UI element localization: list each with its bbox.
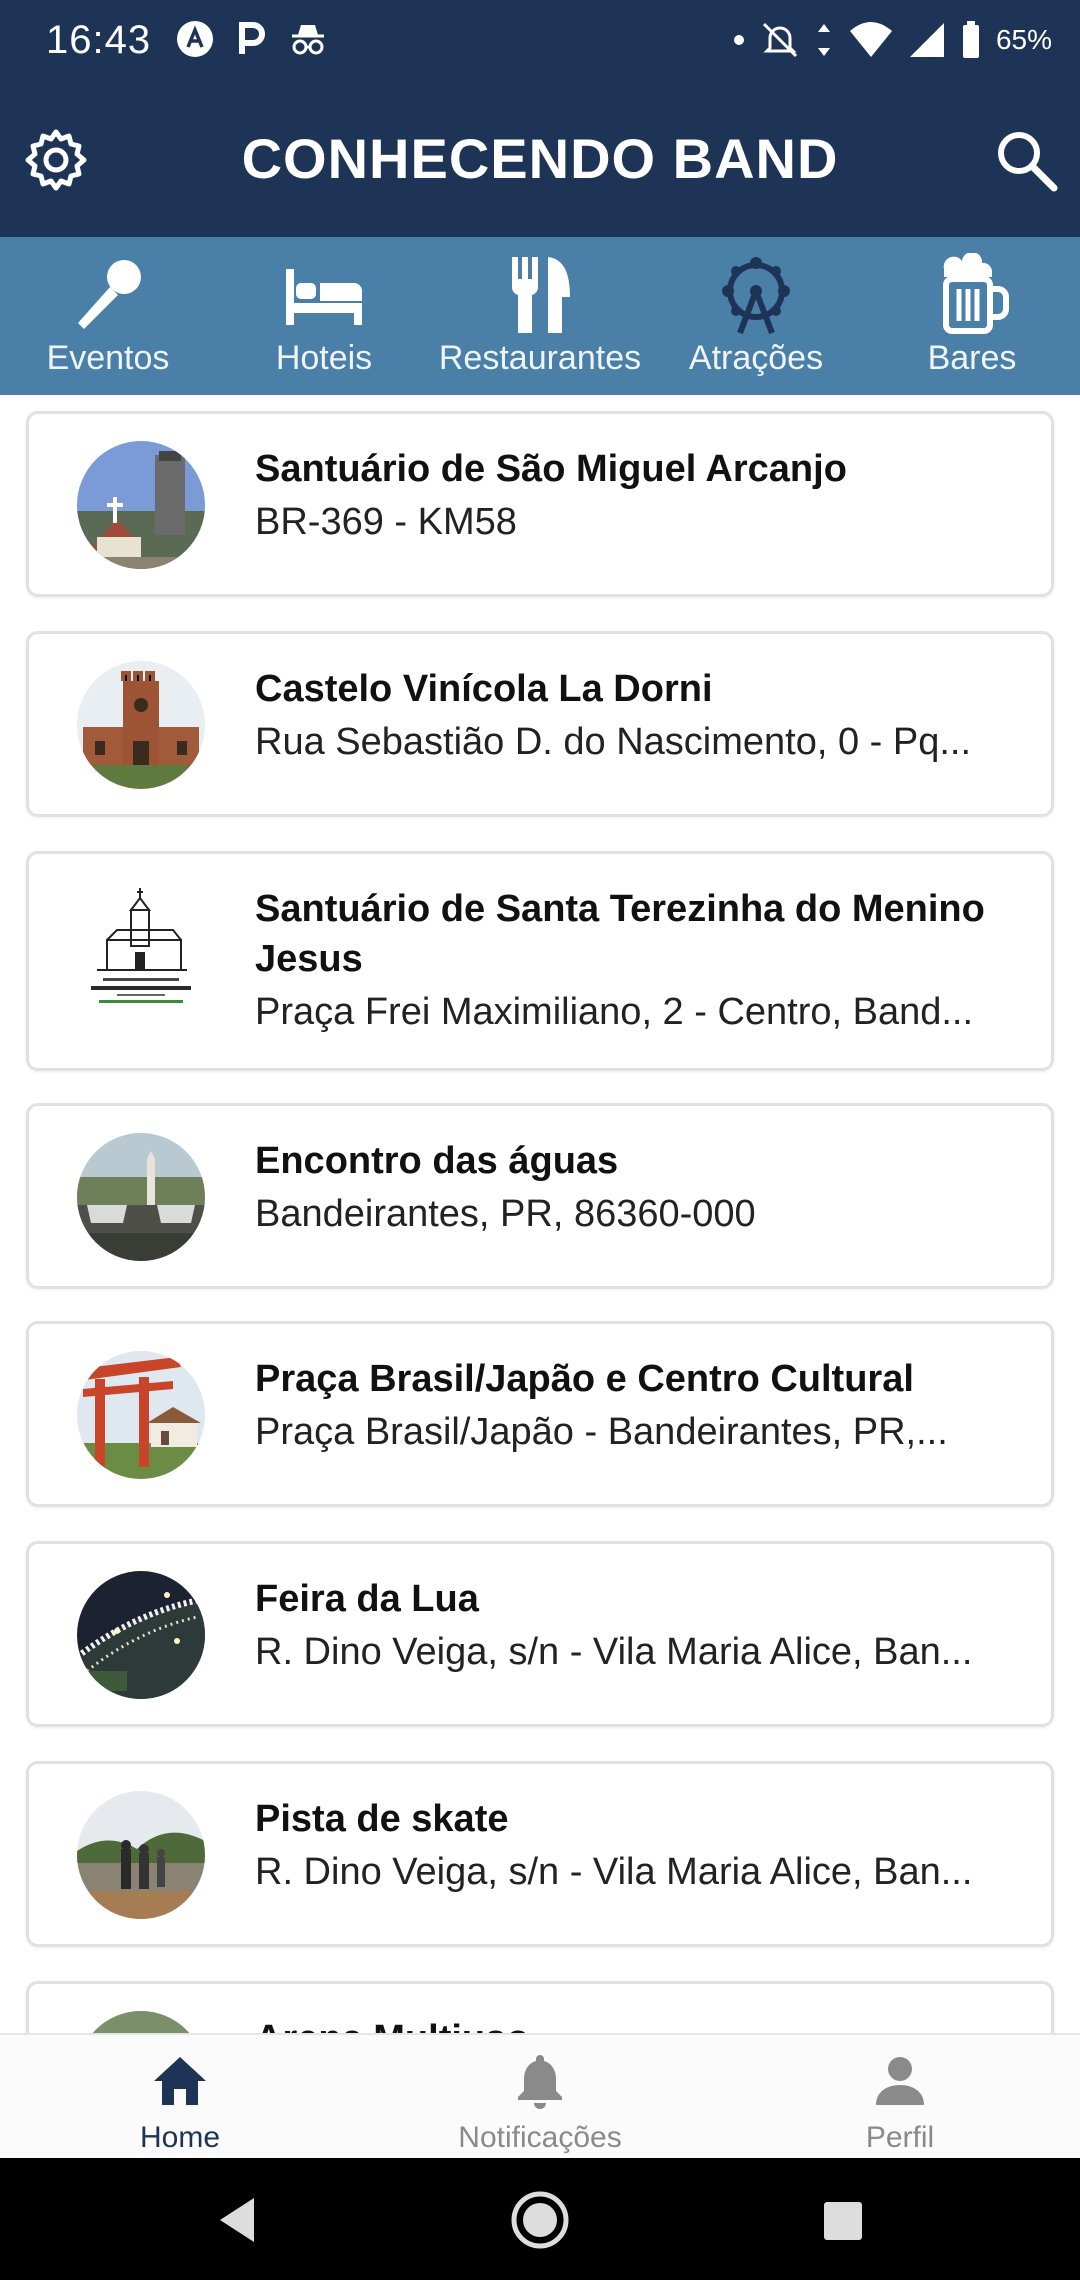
category-hoteis[interactable]: Hoteis <box>216 237 432 395</box>
app-bar: CONHECENDO BAND <box>0 82 1080 237</box>
place-title: Santuário de Santa Terezinha do Menino J… <box>255 888 985 980</box>
bed-icon <box>286 269 362 325</box>
place-address: Rua Sebastião D. do Nascimento, 0 - Pq..… <box>255 721 972 763</box>
nav-notificacoes[interactable]: Notificações <box>360 2035 720 2160</box>
list-item[interactable]: Feira da Lua R. Dino Veiga, s/n - Vila M… <box>26 1541 1054 1727</box>
fork-knife-icon <box>511 257 570 333</box>
list-item[interactable]: Castelo Vinícola La Dorni Rua Sebastião … <box>26 631 1054 817</box>
category-label: Restaurantes <box>438 339 642 377</box>
battery-icon <box>962 21 979 58</box>
microphone-icon <box>78 260 141 329</box>
place-address: R. Dino Veiga, s/n - Vila Maria Alice, B… <box>255 1851 973 1893</box>
place-title: Santuário de São Miguel Arcanjo <box>255 448 847 490</box>
home-circle-icon <box>511 2191 569 2249</box>
parking-icon <box>239 22 265 54</box>
places-list[interactable]: Santuário de São Miguel Arcanjo BR-369 -… <box>0 395 1080 2033</box>
list-item[interactable]: Encontro das águas Bandeirantes, PR, 863… <box>26 1103 1054 1289</box>
home-system-button[interactable] <box>508 2188 572 2252</box>
place-thumbnail <box>77 441 205 569</box>
place-title: Castelo Vinícola La Dorni <box>255 668 713 710</box>
place-thumbnail <box>77 2011 205 2033</box>
place-title: Pista de skate <box>255 1798 509 1840</box>
nav-label: Notificações <box>458 2121 622 2154</box>
beer-mug-icon <box>943 253 1009 334</box>
list-item[interactable]: Santuário de São Miguel Arcanjo BR-369 -… <box>26 411 1054 597</box>
status-time: 16:43 <box>46 18 152 62</box>
category-restaurantes[interactable]: Restaurantes <box>432 237 648 395</box>
back-triangle-icon <box>220 2198 254 2242</box>
list-item[interactable]: Santuário de Santa Terezinha do Menino J… <box>26 851 1054 1071</box>
place-thumbnail <box>77 661 205 789</box>
nav-perfil[interactable]: Perfil <box>720 2035 1080 2160</box>
list-item[interactable]: Arena Multiuso <box>26 1981 1054 2033</box>
data-arrows-icon <box>817 24 830 56</box>
system-navigation-bar <box>0 2158 1080 2280</box>
list-item[interactable]: Praça Brasil/Japão e Centro Cultural Pra… <box>26 1321 1054 1507</box>
home-icon <box>154 2057 206 2105</box>
back-button[interactable] <box>206 2188 270 2252</box>
place-thumbnail <box>77 1351 205 1479</box>
incognito-icon <box>292 25 324 55</box>
dot-icon <box>733 35 744 45</box>
recents-button[interactable] <box>810 2188 874 2252</box>
bell-icon <box>518 2055 562 2109</box>
place-address: Bandeirantes, PR, 86360-000 <box>255 1193 756 1235</box>
place-address: Praça Brasil/Japão - Bandeirantes, PR,..… <box>255 1411 948 1453</box>
place-address: R. Dino Veiga, s/n - Vila Maria Alice, B… <box>255 1631 973 1673</box>
nav-label: Perfil <box>865 2121 935 2154</box>
place-address: BR-369 - KM58 <box>255 501 517 543</box>
category-bar: Eventos Hoteis Restaurantes Atrações Bar… <box>0 237 1080 395</box>
category-label: Eventos <box>46 339 170 377</box>
place-address: Praça Frei Maximiliano, 2 - Centro, Band… <box>255 991 974 1033</box>
place-title: Arena Multiuso <box>255 2014 1021 2033</box>
place-thumbnail <box>77 1133 205 1261</box>
status-bar: 16:43 65% <box>0 0 1080 82</box>
status-notification-icons <box>176 20 328 58</box>
category-label: Atrações <box>688 339 824 377</box>
place-thumbnail <box>77 1791 205 1919</box>
category-label: Bares <box>927 339 1017 377</box>
person-icon <box>876 2057 924 2105</box>
list-item[interactable]: Pista de skate R. Dino Veiga, s/n - Vila… <box>26 1761 1054 1947</box>
category-eventos[interactable]: Eventos <box>0 237 216 395</box>
place-title: Encontro das águas <box>255 1140 619 1182</box>
status-system-icons: 65% <box>732 20 1052 60</box>
place-thumbnail <box>77 886 205 1014</box>
category-label: Hoteis <box>275 339 373 377</box>
place-title: Praça Brasil/Japão e Centro Cultural <box>255 1358 914 1400</box>
ferris-wheel-icon <box>722 257 790 335</box>
search-button[interactable] <box>990 124 1062 196</box>
nav-label: Home <box>139 2121 221 2154</box>
category-atracoes[interactable]: Atrações <box>648 237 864 395</box>
wifi-icon <box>849 22 892 57</box>
battery-percent: 65% <box>995 24 1052 55</box>
place-title: Feira da Lua <box>255 1578 479 1620</box>
recents-square-icon <box>824 2202 862 2240</box>
nav-home[interactable]: Home <box>0 2035 360 2160</box>
category-bares[interactable]: Bares <box>864 237 1080 395</box>
place-thumbnail <box>77 1571 205 1699</box>
mute-icon <box>762 22 798 58</box>
app-notification-icon <box>177 21 213 57</box>
search-icon <box>998 132 1058 192</box>
signal-icon <box>909 23 944 57</box>
page-title: CONHECENDO BAND <box>241 127 839 190</box>
bottom-navigation: Home Notificações Perfil <box>0 2033 1080 2158</box>
